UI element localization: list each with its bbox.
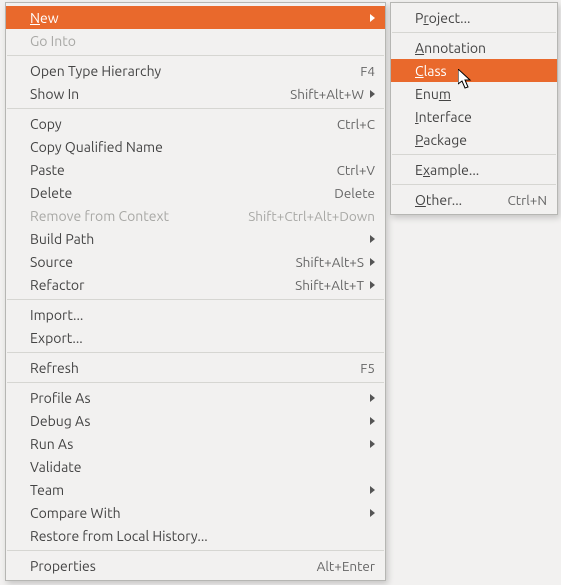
menu-item-label: Example... <box>415 162 547 178</box>
submenu-arrow-icon <box>370 258 375 266</box>
menu-separator <box>392 184 556 185</box>
submenu-arrow-icon <box>370 509 375 517</box>
submenu-arrow-icon <box>370 14 375 22</box>
menu-item-profile-as[interactable]: Profile As <box>6 386 385 409</box>
menu-item-team[interactable]: Team <box>6 478 385 501</box>
menu-item-label: Go Into <box>30 33 375 49</box>
menu-item-validate[interactable]: Validate <box>6 455 385 478</box>
menu-item-package[interactable]: Package <box>391 128 557 151</box>
menu-item-interface[interactable]: Interface <box>391 105 557 128</box>
menu-item-class[interactable]: Class <box>391 59 557 82</box>
menu-item-label: Properties <box>30 558 307 574</box>
menu-item-label: Package <box>415 132 547 148</box>
menu-item-show-in[interactable]: Show In Shift+Alt+W <box>6 82 385 105</box>
menu-item-delete[interactable]: Delete Delete <box>6 181 385 204</box>
menu-separator <box>392 32 556 33</box>
menu-separator <box>7 55 384 56</box>
menu-item-new[interactable]: New <box>6 6 385 29</box>
menu-item-accelerator: Shift+Ctrl+Alt+Down <box>238 208 375 224</box>
menu-item-label: Copy Qualified Name <box>30 139 375 155</box>
menu-item-label: Copy <box>30 116 327 132</box>
menu-item-label: Import... <box>30 307 375 323</box>
menu-item-label: Debug As <box>30 413 364 429</box>
menu-separator <box>7 382 384 383</box>
menu-item-accelerator: Delete <box>324 185 375 201</box>
menu-item-paste[interactable]: Paste Ctrl+V <box>6 158 385 181</box>
submenu-arrow-icon <box>370 235 375 243</box>
menu-item-label: Refresh <box>30 360 350 376</box>
menu-item-label: Open Type Hierarchy <box>30 63 350 79</box>
menu-item-source[interactable]: Source Shift+Alt+S <box>6 250 385 273</box>
menu-item-label: Refactor <box>30 277 285 293</box>
menu-item-debug-as[interactable]: Debug As <box>6 409 385 432</box>
menu-item-label: Show In <box>30 86 280 102</box>
menu-item-accelerator: Shift+Alt+W <box>280 86 364 102</box>
menu-item-label: Remove from Context <box>30 208 238 224</box>
menu-item-accelerator: Shift+Alt+S <box>286 254 364 270</box>
menu-item-accelerator: F5 <box>350 360 375 376</box>
menu-item-accelerator: Ctrl+N <box>498 192 548 208</box>
menu-item-project[interactable]: Project... <box>391 6 557 29</box>
menu-separator <box>7 108 384 109</box>
menu-item-label: Profile As <box>30 390 364 406</box>
menu-item-label: Annotation <box>415 40 547 56</box>
menu-item-restore-from-local-history[interactable]: Restore from Local History... <box>6 524 385 547</box>
menu-separator <box>7 550 384 551</box>
menu-item-accelerator: F4 <box>350 63 375 79</box>
menu-item-label: Run As <box>30 436 364 452</box>
menu-item-refactor[interactable]: Refactor Shift+Alt+T <box>6 273 385 296</box>
menu-item-label: Enum <box>415 86 547 102</box>
menu-item-label: Export... <box>30 330 375 346</box>
menu-item-label: Interface <box>415 109 547 125</box>
menu-item-accelerator: Shift+Alt+T <box>285 277 364 293</box>
menu-item-label: Source <box>30 254 286 270</box>
menu-item-remove-from-context[interactable]: Remove from Context Shift+Ctrl+Alt+Down <box>6 204 385 227</box>
menu-item-open-type-hierarchy[interactable]: Open Type Hierarchy F4 <box>6 59 385 82</box>
menu-separator <box>7 299 384 300</box>
menu-item-label: Project... <box>415 10 547 26</box>
menu-item-annotation[interactable]: Annotation <box>391 36 557 59</box>
submenu-arrow-icon <box>370 440 375 448</box>
menu-item-label: Validate <box>30 459 375 475</box>
submenu-arrow-icon <box>370 486 375 494</box>
menu-item-label: Delete <box>30 185 324 201</box>
submenu-arrow-icon <box>370 281 375 289</box>
submenu-arrow-icon <box>370 394 375 402</box>
menu-item-label: Team <box>30 482 364 498</box>
submenu-new: Project... Annotation Class Enum Interfa… <box>390 2 558 215</box>
menu-item-accelerator: Ctrl+C <box>327 116 375 132</box>
menu-item-enum[interactable]: Enum <box>391 82 557 105</box>
menu-item-other[interactable]: Other... Ctrl+N <box>391 188 557 211</box>
menu-item-label: Other... <box>415 192 498 208</box>
menu-item-refresh[interactable]: Refresh F5 <box>6 356 385 379</box>
menu-item-label: Restore from Local History... <box>30 528 375 544</box>
menu-item-properties[interactable]: Properties Alt+Enter <box>6 554 385 577</box>
menu-item-example[interactable]: Example... <box>391 158 557 181</box>
menu-item-label: Class <box>415 63 547 79</box>
menu-item-label: Paste <box>30 162 327 178</box>
menu-separator <box>392 154 556 155</box>
menu-item-copy-qualified-name[interactable]: Copy Qualified Name <box>6 135 385 158</box>
submenu-arrow-icon <box>370 90 375 98</box>
menu-item-label: Compare With <box>30 505 364 521</box>
menu-item-accelerator: Ctrl+V <box>327 162 375 178</box>
menu-item-import[interactable]: Import... <box>6 303 385 326</box>
menu-separator <box>7 352 384 353</box>
menu-item-compare-with[interactable]: Compare With <box>6 501 385 524</box>
submenu-arrow-icon <box>370 417 375 425</box>
context-menu: New Go Into Open Type Hierarchy F4 Show … <box>5 2 386 581</box>
menu-item-go-into[interactable]: Go Into <box>6 29 385 52</box>
menu-item-label: Build Path <box>30 231 364 247</box>
menu-item-build-path[interactable]: Build Path <box>6 227 385 250</box>
menu-item-label: New <box>30 10 364 26</box>
menu-item-copy[interactable]: Copy Ctrl+C <box>6 112 385 135</box>
menu-item-run-as[interactable]: Run As <box>6 432 385 455</box>
menu-item-export[interactable]: Export... <box>6 326 385 349</box>
menu-item-accelerator: Alt+Enter <box>307 558 375 574</box>
